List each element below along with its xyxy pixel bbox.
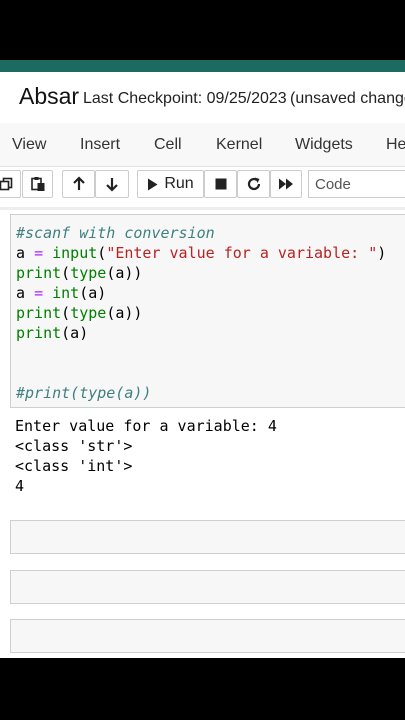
notebook-area: #scanf with conversion a = input("Enter … xyxy=(0,210,405,658)
menu-cell[interactable]: Cell xyxy=(154,136,182,154)
code-line: #scanf with conversion xyxy=(16,223,215,243)
code-variable: a xyxy=(16,284,26,302)
code-variable: a xyxy=(16,244,26,262)
menu-help[interactable]: He xyxy=(386,136,405,154)
arrow-up-icon xyxy=(72,176,85,190)
code-line: a = input("Enter value for a variable: "… xyxy=(16,244,387,262)
paste-icon xyxy=(30,177,44,191)
code-builtin: type xyxy=(70,304,107,322)
restart-button[interactable] xyxy=(237,170,270,198)
empty-code-cell[interactable] xyxy=(10,570,405,604)
code-line: #print(type(a)) xyxy=(16,383,151,403)
code-builtin: print xyxy=(16,324,62,342)
output-line: <class 'str'> xyxy=(15,437,133,455)
code-cell-input[interactable]: #scanf with conversion a = input("Enter … xyxy=(10,214,405,408)
menu-insert[interactable]: Insert xyxy=(80,136,120,154)
code-comment: #scanf with conversion xyxy=(16,224,215,242)
code-args: (a)) xyxy=(106,304,143,322)
run-label: Run xyxy=(164,175,194,192)
code-builtin: print xyxy=(16,264,62,282)
code-line: a = int(a) xyxy=(16,283,106,303)
copy-button[interactable] xyxy=(0,170,21,198)
restart-icon xyxy=(247,177,260,191)
code-line: print(a) xyxy=(16,323,88,343)
code-builtin: print xyxy=(16,304,62,322)
checkpoint-status: Last Checkpoint: 09/25/2023 xyxy=(83,90,287,107)
code-operator: = xyxy=(34,244,44,262)
menu-kernel[interactable]: Kernel xyxy=(216,136,262,154)
code-builtin: input xyxy=(52,244,98,262)
top-accent-bar xyxy=(0,60,405,72)
output-line: 4 xyxy=(15,477,25,495)
code-line: print(type(a)) xyxy=(16,264,143,282)
empty-code-cell[interactable] xyxy=(10,520,405,554)
empty-code-cell[interactable] xyxy=(10,619,405,653)
code-cell-output: Enter value for a variable: 4 <class 'st… xyxy=(15,416,405,504)
code-args: (a) xyxy=(79,284,107,302)
code-args: (a) xyxy=(61,324,89,342)
interrupt-button[interactable] xyxy=(204,170,237,198)
notebook-screen: Absar Last Checkpoint: 09/25/2023 (unsav… xyxy=(0,60,405,658)
code-line: print(type(a)) xyxy=(16,304,143,322)
menu-view[interactable]: View xyxy=(12,136,46,154)
stop-icon xyxy=(215,178,226,190)
code-args: (a)) xyxy=(106,264,143,282)
copy-icon xyxy=(0,177,12,191)
play-icon xyxy=(148,178,158,190)
output-line: Enter value for a variable: 4 xyxy=(15,417,277,435)
unsaved-status: (unsaved change xyxy=(290,90,405,107)
restart-run-all-button[interactable] xyxy=(270,170,302,198)
notebook-name[interactable]: Absar xyxy=(19,83,79,110)
menu-bar: View Insert Cell Kernel Widgets He xyxy=(0,123,405,167)
menu-widgets[interactable]: Widgets xyxy=(295,136,353,154)
code-builtin: type xyxy=(70,264,107,282)
move-down-button[interactable] xyxy=(95,170,129,198)
output-line: <class 'int'> xyxy=(15,457,133,475)
code-operator: = xyxy=(34,284,44,302)
paste-button[interactable] xyxy=(22,170,53,198)
code-comment: #print(type(a)) xyxy=(16,384,152,402)
code-string: "Enter value for a variable: " xyxy=(106,244,378,262)
code-builtin: int xyxy=(52,284,80,302)
move-up-button[interactable] xyxy=(62,170,95,198)
arrow-down-icon xyxy=(106,178,118,192)
fast-forward-icon xyxy=(279,178,293,190)
run-button[interactable]: Run xyxy=(137,170,204,198)
cell-type-select[interactable]: Code xyxy=(308,170,405,198)
notebook-header: Absar Last Checkpoint: 09/25/2023 (unsav… xyxy=(0,72,405,135)
